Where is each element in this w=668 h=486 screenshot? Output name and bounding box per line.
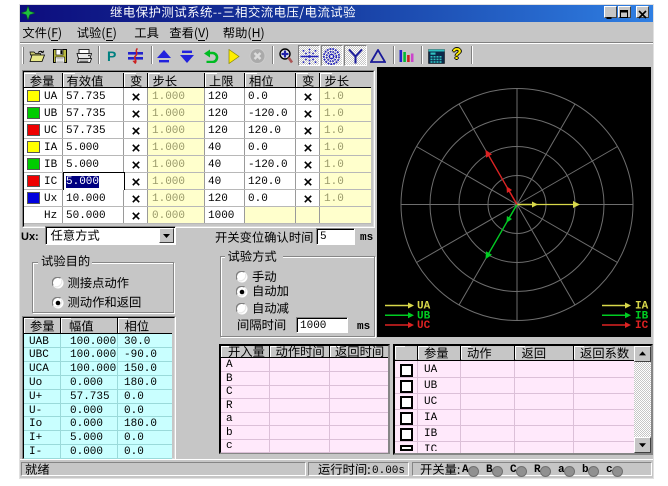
svg-text:IC: IC	[635, 320, 649, 332]
svg-text:UC: UC	[417, 320, 431, 332]
